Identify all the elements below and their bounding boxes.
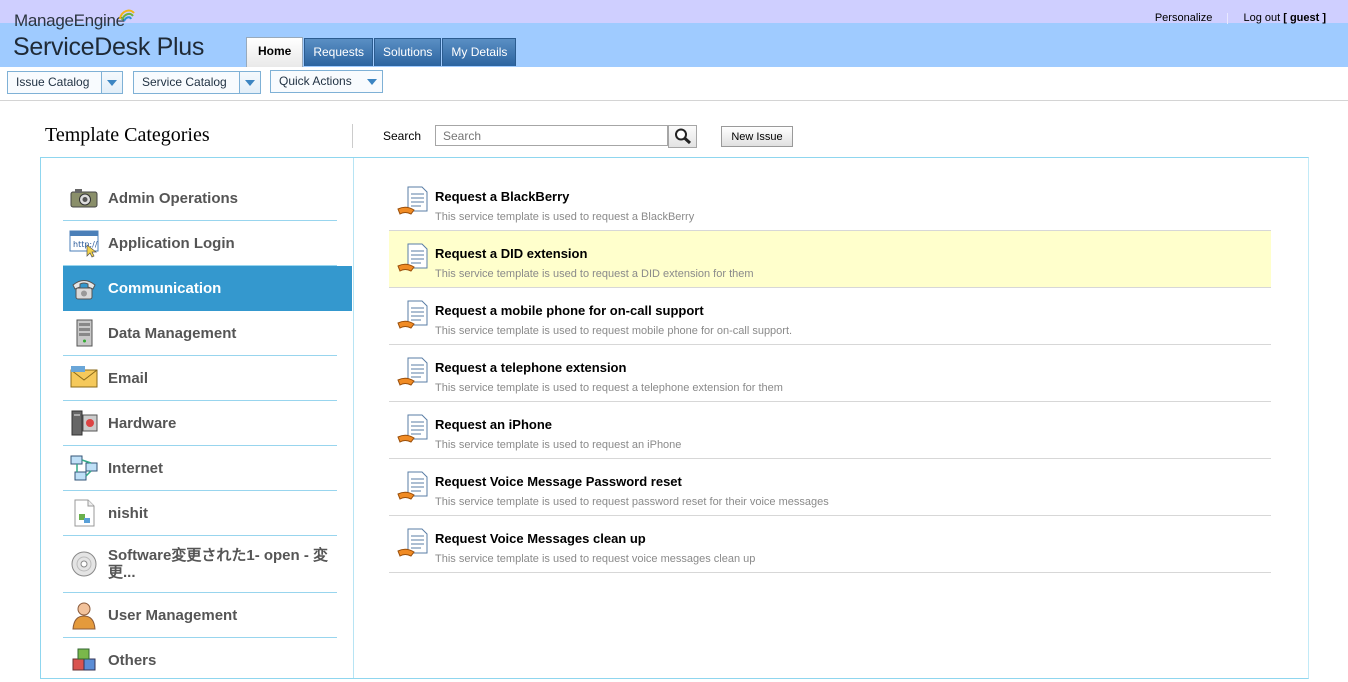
template-row[interactable]: Request a telephone extension This servi…: [389, 345, 1271, 402]
service-catalog-label: Service Catalog: [142, 75, 227, 89]
tab-my-details[interactable]: My Details: [442, 38, 517, 66]
category-user-management[interactable]: User Management: [63, 593, 337, 638]
main-tabs: Home Requests Solutions My Details: [246, 37, 517, 67]
top-links: Personalize Log out [ guest ]: [1155, 12, 1326, 24]
category-data-management[interactable]: Data Management: [63, 311, 337, 356]
request-template-icon: [397, 186, 428, 215]
request-template-icon: [397, 528, 428, 557]
document-icon: [69, 498, 99, 528]
category-name: nishit: [108, 504, 148, 522]
category-name: Data Management: [108, 324, 237, 342]
category-nishit[interactable]: nishit: [63, 491, 337, 536]
vendor-name: ManageEngine: [14, 11, 125, 30]
category-admin-operations[interactable]: Admin Operations: [63, 176, 337, 221]
telephone-icon: [69, 273, 99, 303]
category-name: User Management: [108, 606, 238, 624]
template-description: This service template is used to request…: [435, 553, 756, 565]
template-name[interactable]: Request an iPhone: [435, 417, 552, 432]
category-hardware[interactable]: Hardware: [63, 401, 337, 446]
boxes-icon: [69, 645, 99, 675]
template-description: This service template is used to request…: [435, 439, 682, 451]
template-name[interactable]: Request Voice Messages clean up: [435, 531, 646, 546]
top-strip: [0, 0, 1348, 23]
template-panel: Admin Operations http:// Application Log…: [40, 157, 1309, 679]
product-logo[interactable]: ServiceDesk Plus: [13, 33, 204, 62]
current-user: [ guest ]: [1283, 12, 1326, 24]
category-name: Email: [108, 369, 149, 387]
template-name[interactable]: Request a mobile phone for on-call suppo…: [435, 303, 704, 318]
hardware-icon: [69, 408, 99, 438]
template-name[interactable]: Request a BlackBerry: [435, 189, 569, 204]
template-description: This service template is used to request…: [435, 211, 695, 223]
server-icon: [69, 318, 99, 348]
issue-catalog-dropdown[interactable]: Issue Catalog: [7, 71, 123, 94]
template-name[interactable]: Request a telephone extension: [435, 360, 626, 375]
category-sidebar: Admin Operations http:// Application Log…: [41, 158, 354, 678]
quick-actions-label: Quick Actions: [279, 74, 352, 88]
category-name: Software変更された1- open - 変更...: [108, 547, 329, 581]
template-description: This service template is used to request…: [435, 496, 829, 508]
request-template-icon: [397, 243, 428, 272]
request-template-icon: [397, 300, 428, 329]
user-icon: [69, 600, 99, 630]
disc-icon: [69, 549, 99, 579]
category-internet[interactable]: Internet: [63, 446, 337, 491]
category-name: Communication: [108, 279, 222, 297]
template-name[interactable]: Request Voice Message Password reset: [435, 474, 682, 489]
category-others[interactable]: Others: [63, 638, 337, 682]
link-divider: [1227, 12, 1229, 24]
envelope-icon: [69, 363, 99, 393]
template-description: This service template is used to request…: [435, 325, 793, 337]
title-divider: [352, 124, 353, 148]
template-row[interactable]: Request an iPhone This service template …: [389, 402, 1271, 459]
category-name: Others: [108, 651, 157, 669]
tab-solutions[interactable]: Solutions: [374, 38, 442, 66]
template-description: This service template is used to request…: [435, 268, 754, 280]
category-communication[interactable]: Communication: [63, 266, 352, 311]
template-row[interactable]: Request a DID extension This service tem…: [389, 231, 1271, 288]
template-description: This service template is used to request…: [435, 382, 783, 394]
template-name[interactable]: Request a DID extension: [435, 246, 587, 261]
search-icon: [675, 128, 692, 145]
request-template-icon: [397, 471, 428, 500]
category-name: Internet: [108, 459, 164, 477]
logo-swirl-icon: [119, 9, 135, 22]
vendor-logo[interactable]: ManageEngine: [14, 9, 135, 31]
page-title: Template Categories: [45, 124, 210, 146]
new-issue-button[interactable]: New Issue: [721, 126, 793, 147]
personalize-link[interactable]: Personalize: [1155, 12, 1212, 24]
category-email[interactable]: Email: [63, 356, 337, 401]
request-template-icon: [397, 357, 428, 386]
network-icon: [69, 453, 99, 483]
category-name: Admin Operations: [108, 189, 239, 207]
chevron-down-icon[interactable]: [362, 71, 382, 92]
template-row[interactable]: Request Voice Messages clean up This ser…: [389, 516, 1271, 573]
tab-home[interactable]: Home: [246, 37, 304, 67]
search-label: Search: [383, 129, 422, 143]
template-row[interactable]: Request a mobile phone for on-call suppo…: [389, 288, 1271, 345]
browser-login-icon: http://: [69, 228, 99, 258]
template-row[interactable]: Request a BlackBerry This service templa…: [389, 174, 1271, 231]
chevron-down-icon[interactable]: [101, 72, 122, 93]
logout-link[interactable]: Log out: [1243, 12, 1280, 24]
catalog-toolbar: Issue Catalog Service Catalog Quick Acti…: [0, 67, 1348, 101]
search-input[interactable]: [435, 125, 668, 146]
category-name: Hardware: [108, 414, 177, 432]
search-button[interactable]: [668, 125, 697, 148]
quick-actions-dropdown[interactable]: Quick Actions: [270, 70, 383, 93]
camera-icon: [69, 183, 99, 213]
issue-catalog-label: Issue Catalog: [16, 75, 90, 89]
chevron-down-icon[interactable]: [239, 72, 260, 93]
category-software[interactable]: Software変更された1- open - 変更...: [63, 536, 337, 593]
svg-text:http://: http://: [73, 240, 98, 249]
category-name: Application Login: [108, 234, 235, 252]
tab-requests[interactable]: Requests: [304, 38, 374, 66]
service-catalog-dropdown[interactable]: Service Catalog: [133, 71, 261, 94]
request-template-icon: [397, 414, 428, 443]
category-application-login[interactable]: http:// Application Login: [63, 221, 337, 266]
template-row[interactable]: Request Voice Message Password reset Thi…: [389, 459, 1271, 516]
